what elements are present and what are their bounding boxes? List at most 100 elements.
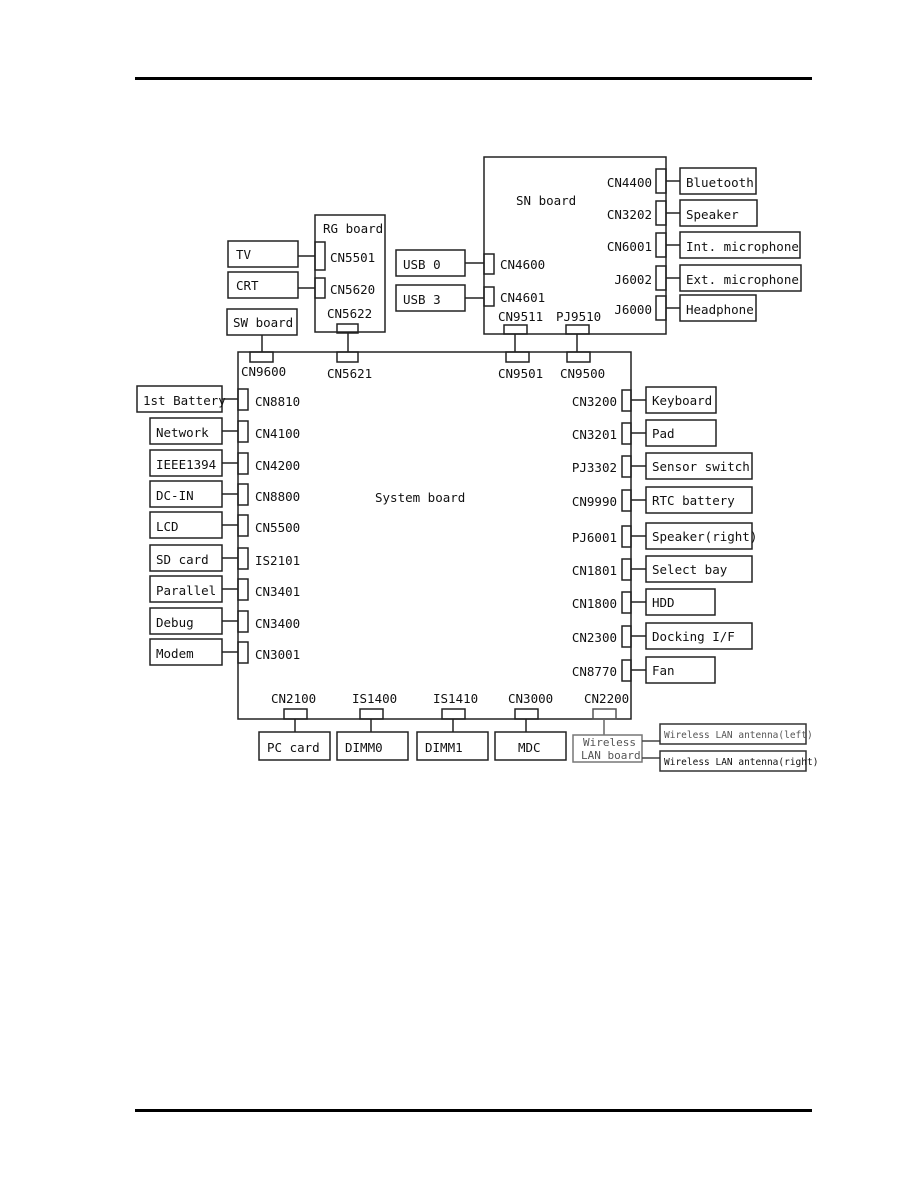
board-connection-diagram: System board SN board RG board TV CN5501 CRT C… (135, 77, 818, 1112)
connector (237, 514, 249, 537)
device-label: Bluetooth (686, 175, 754, 190)
connector-label: PJ9510 (556, 309, 601, 324)
connector-label: CN1801 (572, 563, 617, 578)
device-label: Sensor switch (652, 459, 750, 474)
device-label: Headphone (686, 302, 754, 317)
connector (621, 558, 632, 581)
connector-label: CN8810 (255, 394, 300, 409)
connector-label: CN3000 (508, 691, 553, 706)
connector (483, 253, 495, 275)
connector (283, 708, 308, 720)
device-label: Fan (652, 663, 675, 678)
device-label: LCD (156, 519, 179, 534)
connector-label: CN9500 (560, 366, 605, 381)
connector-label: CN5620 (330, 282, 375, 297)
connector-label: CN4200 (255, 458, 300, 473)
wireless-lan-board-label: Wireless (583, 736, 636, 749)
connector (621, 422, 632, 445)
connector-label: J6000 (614, 302, 652, 317)
wireless-lan-board-label: LAN board (581, 749, 641, 762)
connector (621, 389, 632, 412)
connector-label: CN6001 (607, 239, 652, 254)
connector (249, 351, 274, 363)
device-label: DC-IN (156, 488, 194, 503)
device-label: DIMM0 (345, 740, 383, 755)
connector (621, 625, 632, 648)
sn-board-label: SN board (516, 193, 576, 208)
connector (441, 708, 466, 720)
connector-label: CN5621 (327, 366, 372, 381)
connector (237, 610, 249, 633)
connector (592, 708, 617, 720)
device-label: USB 3 (403, 292, 441, 307)
connector (237, 547, 249, 570)
device-label: Select bay (652, 562, 728, 577)
device-label: MDC (518, 740, 541, 755)
device-label: HDD (652, 595, 675, 610)
connector-label: CN4600 (500, 257, 545, 272)
connector-label: CN2200 (584, 691, 629, 706)
connector (237, 388, 249, 411)
connector (514, 708, 539, 720)
connector (621, 659, 632, 682)
connector (314, 277, 326, 299)
connector (655, 232, 667, 258)
device-label: Ext. microphone (686, 272, 799, 287)
connector (566, 351, 591, 363)
device-label: Int. microphone (686, 239, 799, 254)
connector-label: CN2100 (271, 691, 316, 706)
device-label: Speaker(right) (652, 529, 757, 544)
device-label: Debug (156, 615, 194, 630)
connector (621, 455, 632, 478)
connector-label: PJ3302 (572, 460, 617, 475)
connector (503, 324, 528, 335)
connector (237, 641, 249, 664)
device-label: CRT (236, 278, 259, 293)
connector-label: CN3200 (572, 394, 617, 409)
connector (565, 324, 590, 335)
connector (237, 452, 249, 475)
connector (621, 525, 632, 548)
device-label: 1st Battery (143, 393, 226, 408)
connector-label: CN8770 (572, 664, 617, 679)
connector (237, 483, 249, 506)
connector (655, 295, 667, 321)
connector-label: IS2101 (255, 553, 300, 568)
connector-label: CN3201 (572, 427, 617, 442)
connector-label: CN9511 (498, 309, 543, 324)
connector (336, 351, 359, 363)
device-label: USB 0 (403, 257, 441, 272)
connector-label: CN4601 (500, 290, 545, 305)
connector-label: CN9600 (241, 364, 286, 379)
connector-label: IS1400 (352, 691, 397, 706)
device-label: RTC battery (652, 493, 735, 508)
connector (655, 200, 667, 226)
connector-label: CN3400 (255, 616, 300, 631)
device-label: PC card (267, 740, 320, 755)
connector (505, 351, 530, 363)
connector-label: CN2300 (572, 630, 617, 645)
connector (237, 578, 249, 601)
device-label: SD card (156, 552, 209, 567)
system-board-label: System board (375, 490, 465, 505)
connector-label: J6002 (614, 272, 652, 287)
connector (314, 241, 326, 271)
connector-label: CN3401 (255, 584, 300, 599)
connector-label: CN5622 (327, 306, 372, 321)
connector-label: CN4400 (607, 175, 652, 190)
connector-label: CN8800 (255, 489, 300, 504)
connector-label: CN1800 (572, 596, 617, 611)
device-label: Network (156, 425, 209, 440)
connector-label: CN3001 (255, 647, 300, 662)
connector-label: CN5500 (255, 520, 300, 535)
device-label: TV (236, 247, 252, 262)
connector-label: IS1410 (433, 691, 478, 706)
connector-label: CN5501 (330, 250, 375, 265)
connector-label: CN9501 (498, 366, 543, 381)
device-label: Parallel (156, 583, 216, 598)
bottom-rule (135, 1109, 812, 1112)
connector (237, 420, 249, 443)
device-label: Keyboard (652, 393, 712, 408)
connector-label: CN9990 (572, 494, 617, 509)
antenna-label: Wireless LAN antenna(left) (664, 730, 813, 741)
